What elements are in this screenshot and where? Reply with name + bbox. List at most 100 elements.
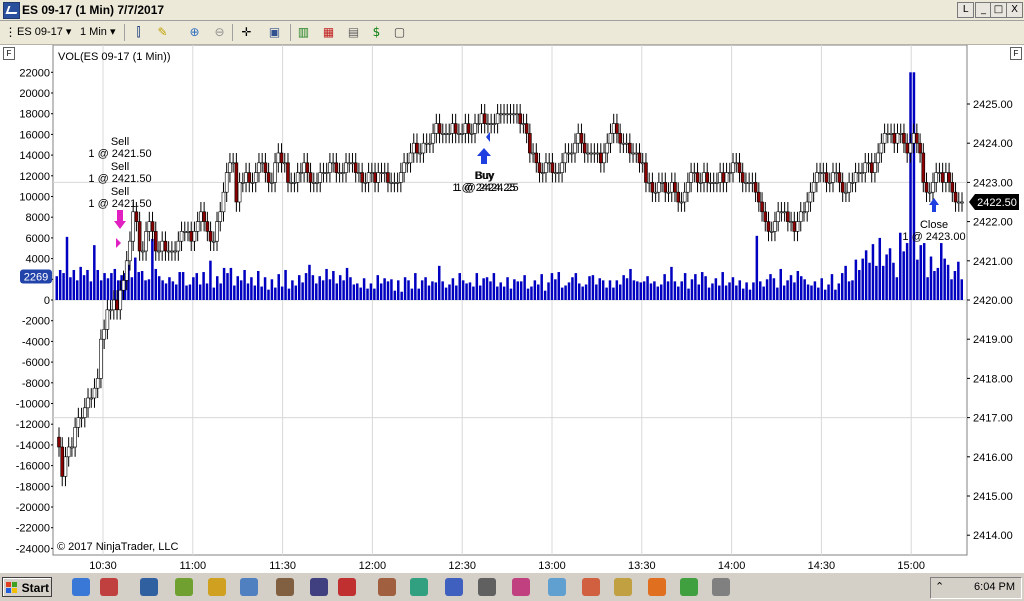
volume-bar bbox=[96, 269, 99, 300]
paint-icon[interactable] bbox=[582, 578, 600, 596]
volume-bar bbox=[905, 243, 909, 300]
candle-body bbox=[808, 191, 813, 203]
network-icon[interactable] bbox=[175, 578, 193, 596]
volume-bar bbox=[571, 277, 574, 300]
headphones-icon[interactable] bbox=[478, 578, 496, 596]
volume-bar bbox=[868, 262, 871, 300]
volume-tick-label: -2000 bbox=[22, 316, 50, 328]
link-button[interactable]: L bbox=[957, 2, 974, 18]
panel-f-button[interactable]: F bbox=[3, 47, 15, 60]
candle-body bbox=[479, 113, 484, 124]
browser-icon[interactable] bbox=[72, 578, 90, 596]
draw-pencil-icon[interactable]: ✎ bbox=[154, 24, 171, 41]
candle-body bbox=[782, 211, 787, 214]
volume-bar bbox=[916, 259, 919, 300]
volume-bar bbox=[789, 275, 793, 300]
volume-bar bbox=[472, 286, 475, 300]
buy-arrow bbox=[477, 148, 491, 164]
gallery-icon[interactable] bbox=[680, 578, 698, 596]
candle-body bbox=[737, 162, 742, 173]
volume-bar bbox=[448, 284, 451, 300]
candle-body bbox=[682, 191, 687, 203]
candle-body bbox=[718, 172, 722, 183]
volume-bar bbox=[738, 280, 742, 300]
computer-icon[interactable] bbox=[140, 578, 158, 596]
volume-bar bbox=[301, 282, 304, 300]
maximize-button[interactable]: □ bbox=[990, 2, 1007, 18]
volume-bar bbox=[823, 289, 827, 300]
close-button[interactable]: X bbox=[1006, 2, 1023, 18]
expand-tray-icon[interactable]: ⌃ bbox=[935, 580, 944, 593]
candle-body bbox=[847, 182, 851, 193]
search-icon[interactable] bbox=[240, 578, 258, 596]
volume-bar bbox=[526, 288, 530, 300]
volume-bar bbox=[950, 279, 953, 300]
candle-body bbox=[702, 172, 706, 183]
candle-body bbox=[757, 191, 761, 203]
firefox-icon[interactable] bbox=[648, 578, 666, 596]
document-icon[interactable] bbox=[548, 578, 566, 596]
volume-tick-label: 20000 bbox=[19, 88, 50, 100]
zoom-in-icon[interactable]: ⊕ bbox=[186, 24, 203, 41]
candle-body bbox=[124, 260, 129, 281]
candle-body bbox=[811, 182, 816, 193]
volume-tick-label: 10000 bbox=[19, 192, 50, 204]
chart-area[interactable]: Sell 1 @ 2421.50 Sell 1 @ 2421.50 Sell 1 @ 24… bbox=[0, 45, 1024, 572]
candle-body bbox=[608, 133, 613, 144]
crosshair-icon[interactable]: ✛ bbox=[238, 24, 255, 41]
book-icon[interactable] bbox=[614, 578, 632, 596]
candle-body bbox=[792, 221, 797, 232]
ninjatrader-icon[interactable] bbox=[338, 578, 356, 596]
volume-bar bbox=[69, 277, 72, 300]
price-tick-label: 2424.00 bbox=[973, 138, 1013, 150]
map-icon[interactable] bbox=[410, 578, 428, 596]
volume-bar bbox=[256, 271, 260, 300]
price-tick-label: 2417.00 bbox=[973, 413, 1013, 425]
media-icon[interactable] bbox=[712, 578, 730, 596]
candle-body bbox=[134, 211, 139, 222]
volume-bar bbox=[345, 267, 349, 300]
bar-style-icon[interactable]: ⫿ bbox=[130, 24, 147, 41]
volume-bar bbox=[642, 281, 646, 300]
folder-icon[interactable] bbox=[208, 578, 226, 596]
tool-icon[interactable] bbox=[378, 578, 396, 596]
candle-body bbox=[918, 142, 922, 154]
zoom-out-icon[interactable]: ⊖ bbox=[211, 24, 228, 41]
candle-body bbox=[850, 182, 855, 184]
close-label: Close bbox=[920, 219, 948, 231]
candle-body bbox=[731, 162, 735, 173]
candle-body bbox=[569, 152, 574, 155]
candle-body bbox=[805, 201, 810, 213]
data-box-icon[interactable]: ▣ bbox=[266, 24, 283, 41]
app-launcher-icon[interactable] bbox=[100, 578, 118, 596]
volume-bar bbox=[919, 245, 923, 300]
terminal-icon[interactable] bbox=[310, 578, 328, 596]
price-volume-chart[interactable]: Sell1 @ 2421.50Sell1 @ 2421.50Sell1 @ 24… bbox=[0, 45, 1024, 572]
candle-body bbox=[753, 182, 758, 193]
settings-icon[interactable] bbox=[276, 578, 294, 596]
start-button[interactable]: Start bbox=[2, 577, 52, 597]
candle-body bbox=[760, 201, 764, 213]
candle-body bbox=[863, 162, 868, 173]
candle-body bbox=[815, 172, 819, 183]
users-icon[interactable] bbox=[512, 578, 530, 596]
instrument-selector[interactable]: ES 09-17 ▾ bbox=[17, 25, 71, 38]
candle-body bbox=[286, 162, 290, 183]
x-tick-label: 13:00 bbox=[538, 560, 566, 572]
candle-body bbox=[86, 397, 90, 409]
candle-body bbox=[137, 221, 142, 252]
globe-icon[interactable] bbox=[445, 578, 463, 596]
properties-icon[interactable]: ▤ bbox=[345, 24, 362, 41]
interval-selector[interactable]: 1 Min ▾ bbox=[80, 25, 115, 38]
volume-bar bbox=[629, 268, 632, 300]
volume-bar bbox=[704, 276, 707, 300]
window-icon[interactable]: ▢ bbox=[391, 24, 408, 41]
trade-icon[interactable]: $ bbox=[368, 24, 385, 41]
volume-bar bbox=[390, 279, 393, 300]
candle-body bbox=[166, 250, 171, 253]
strategies-icon[interactable]: ▦ bbox=[320, 24, 337, 41]
volume-tick-label: 16000 bbox=[19, 129, 50, 141]
panel-f-button-right[interactable]: F bbox=[1010, 47, 1022, 60]
indicators-icon[interactable]: ▥ bbox=[295, 24, 312, 41]
volume-bar bbox=[806, 284, 810, 300]
